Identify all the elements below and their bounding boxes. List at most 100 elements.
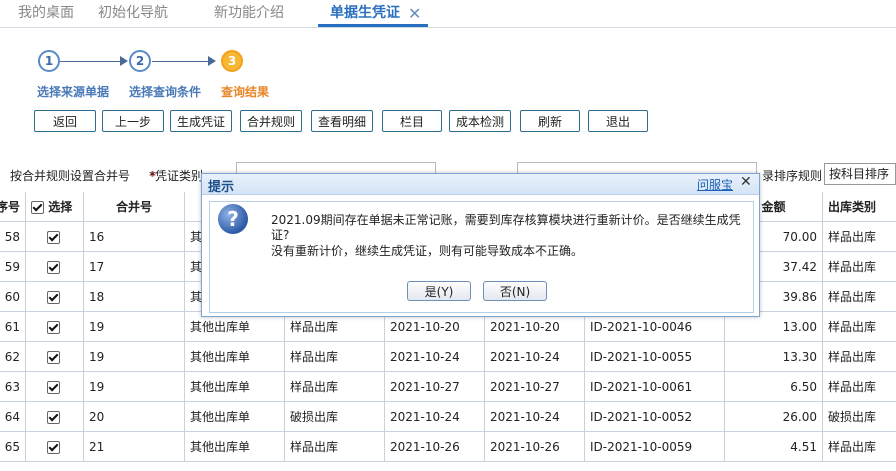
row-outbound-type: 样品出库 (823, 312, 896, 342)
row-category: 样品出库 (285, 432, 385, 462)
row-outbound-type: 破损出库 (823, 402, 896, 432)
row-checkbox[interactable] (47, 381, 60, 394)
back-button[interactable]: 返回 (34, 110, 96, 132)
row-category: 样品出库 (285, 372, 385, 402)
active-tab-indicator (318, 24, 428, 27)
row-select[interactable] (26, 222, 84, 252)
cost-check-button[interactable]: 成本检测 (449, 110, 511, 132)
step-2-circle: 2 (129, 50, 151, 72)
tab-my-desktop[interactable]: 我的桌面 (18, 0, 74, 27)
voucher-type-label: **凭证类别 (149, 169, 204, 183)
arrow-right-icon (208, 56, 216, 66)
col-header-merge-no: 合并号 (84, 192, 185, 222)
row-checkbox[interactable] (47, 291, 60, 304)
row-select[interactable] (26, 252, 84, 282)
row-merge-no: 18 (84, 282, 185, 312)
generate-voucher-button[interactable]: 生成凭证 (170, 110, 232, 132)
step-connector (152, 61, 210, 62)
row-amount: 26.00 (725, 402, 823, 432)
row-outbound-type: 样品出库 (823, 252, 896, 282)
sort-rule-label: 录排序规则 (762, 169, 823, 183)
sort-rule-select[interactable]: 按科目排序 (824, 163, 896, 185)
row-category: 破损出库 (285, 402, 385, 432)
prompt-dialog: 提示 问服宝 ✕ ? 2021.09期间存在单据未正常记账，需要到库存核算模块进… (201, 173, 760, 317)
row-date: 2021-10-27 (385, 372, 485, 402)
row-doc-no: ID-2021-10-0055 (585, 342, 725, 372)
row-date2: 2021-10-26 (485, 432, 585, 462)
row-doc-no: ID-2021-10-0061 (585, 372, 725, 402)
row-doc-type: 其他出库单 (185, 372, 285, 402)
row-date: 2021-10-24 (385, 402, 485, 432)
row-doc-no: ID-2021-10-0059 (585, 432, 725, 462)
row-checkbox[interactable] (47, 411, 60, 424)
col-header-select-label: 选择 (48, 200, 73, 214)
row-select[interactable] (26, 282, 84, 312)
table-row[interactable]: 65 21 其他出库单 样品出库 2021-10-26 2021-10-26 ID-2021… (0, 432, 896, 462)
row-select[interactable] (26, 432, 84, 462)
row-select[interactable] (26, 342, 84, 372)
row-index: 63 (0, 372, 26, 402)
dialog-message-line1: 2021.09期间存在单据未正常记账，需要到库存核算模块进行重新计价。是否继续生… (271, 213, 741, 227)
arrow-right-icon (120, 56, 128, 66)
row-checkbox[interactable] (47, 321, 60, 334)
dialog-close-icon[interactable]: ✕ (740, 174, 752, 190)
row-index: 58 (0, 222, 26, 252)
row-date2: 2021-10-27 (485, 372, 585, 402)
close-icon[interactable]: ✕ (408, 4, 421, 23)
row-select[interactable] (26, 372, 84, 402)
row-merge-no: 21 (84, 432, 185, 462)
row-select[interactable] (26, 402, 84, 432)
select-all-checkbox[interactable] (31, 201, 44, 214)
row-checkbox[interactable] (47, 351, 60, 364)
row-checkbox[interactable] (47, 441, 60, 454)
table-row[interactable]: 64 20 其他出库单 破损出库 2021-10-24 2021-10-24 ID-2021… (0, 402, 896, 432)
table-row[interactable]: 63 19 其他出库单 样品出库 2021-10-27 2021-10-27 ID-2021… (0, 372, 896, 402)
row-index: 62 (0, 342, 26, 372)
row-category: 样品出库 (285, 342, 385, 372)
row-index: 64 (0, 402, 26, 432)
columns-button[interactable]: 栏目 (382, 110, 442, 132)
step-3-circle: 3 (221, 50, 243, 72)
row-doc-no: ID-2021-10-0052 (585, 402, 725, 432)
tab-new-features[interactable]: 新功能介绍 (214, 0, 284, 27)
no-button[interactable]: 否(N) (483, 281, 547, 301)
row-outbound-type: 样品出库 (823, 432, 896, 462)
row-outbound-type: 样品出库 (823, 372, 896, 402)
row-select[interactable] (26, 312, 84, 342)
col-header-select[interactable]: 选择 (26, 192, 84, 222)
merge-rule-button[interactable]: 合并规则 (240, 110, 302, 132)
table-row[interactable]: 62 19 其他出库单 样品出库 2021-10-24 2021-10-24 ID-2021… (0, 342, 896, 372)
step-1-label[interactable]: 选择来源单据 (37, 83, 109, 100)
row-index: 65 (0, 432, 26, 462)
row-checkbox[interactable] (47, 261, 60, 274)
dialog-title-bar[interactable]: 提示 问服宝 ✕ (202, 174, 759, 195)
row-amount: 6.50 (725, 372, 823, 402)
step-2-label[interactable]: 选择查询条件 (129, 83, 201, 100)
row-merge-no: 19 (84, 342, 185, 372)
col-header-index: 序号 (0, 192, 26, 222)
tab-voucher-generation[interactable]: 单据生凭证 (330, 0, 400, 27)
merge-rule-checkbox-row[interactable]: 按合并规则设置合并号 (0, 167, 130, 184)
row-outbound-type: 样品出库 (823, 342, 896, 372)
previous-step-button[interactable]: 上一步 (102, 110, 164, 132)
dialog-message-line2: 证? (271, 228, 290, 242)
row-date: 2021-10-26 (385, 432, 485, 462)
row-index: 61 (0, 312, 26, 342)
view-detail-button[interactable]: 查看明细 (311, 110, 373, 132)
help-link[interactable]: 问服宝 (697, 176, 733, 193)
tab-init-guide[interactable]: 初始化导航 (98, 0, 168, 27)
merge-rule-option-label: 按合并规则设置合并号 (10, 169, 131, 183)
voucher-type-text: *凭证类别 (149, 169, 204, 183)
row-merge-no: 20 (84, 402, 185, 432)
row-index: 60 (0, 282, 26, 312)
row-merge-no: 19 (84, 312, 185, 342)
row-index: 59 (0, 252, 26, 282)
row-doc-type: 其他出库单 (185, 342, 285, 372)
tab-bar: 我的桌面 初始化导航 新功能介绍 单据生凭证 ✕ (0, 0, 896, 28)
refresh-button[interactable]: 刷新 (520, 110, 580, 132)
yes-button[interactable]: 是(Y) (407, 281, 471, 301)
row-doc-type: 其他出库单 (185, 432, 285, 462)
exit-button[interactable]: 退出 (588, 110, 648, 132)
row-checkbox[interactable] (47, 231, 60, 244)
row-date2: 2021-10-24 (485, 402, 585, 432)
